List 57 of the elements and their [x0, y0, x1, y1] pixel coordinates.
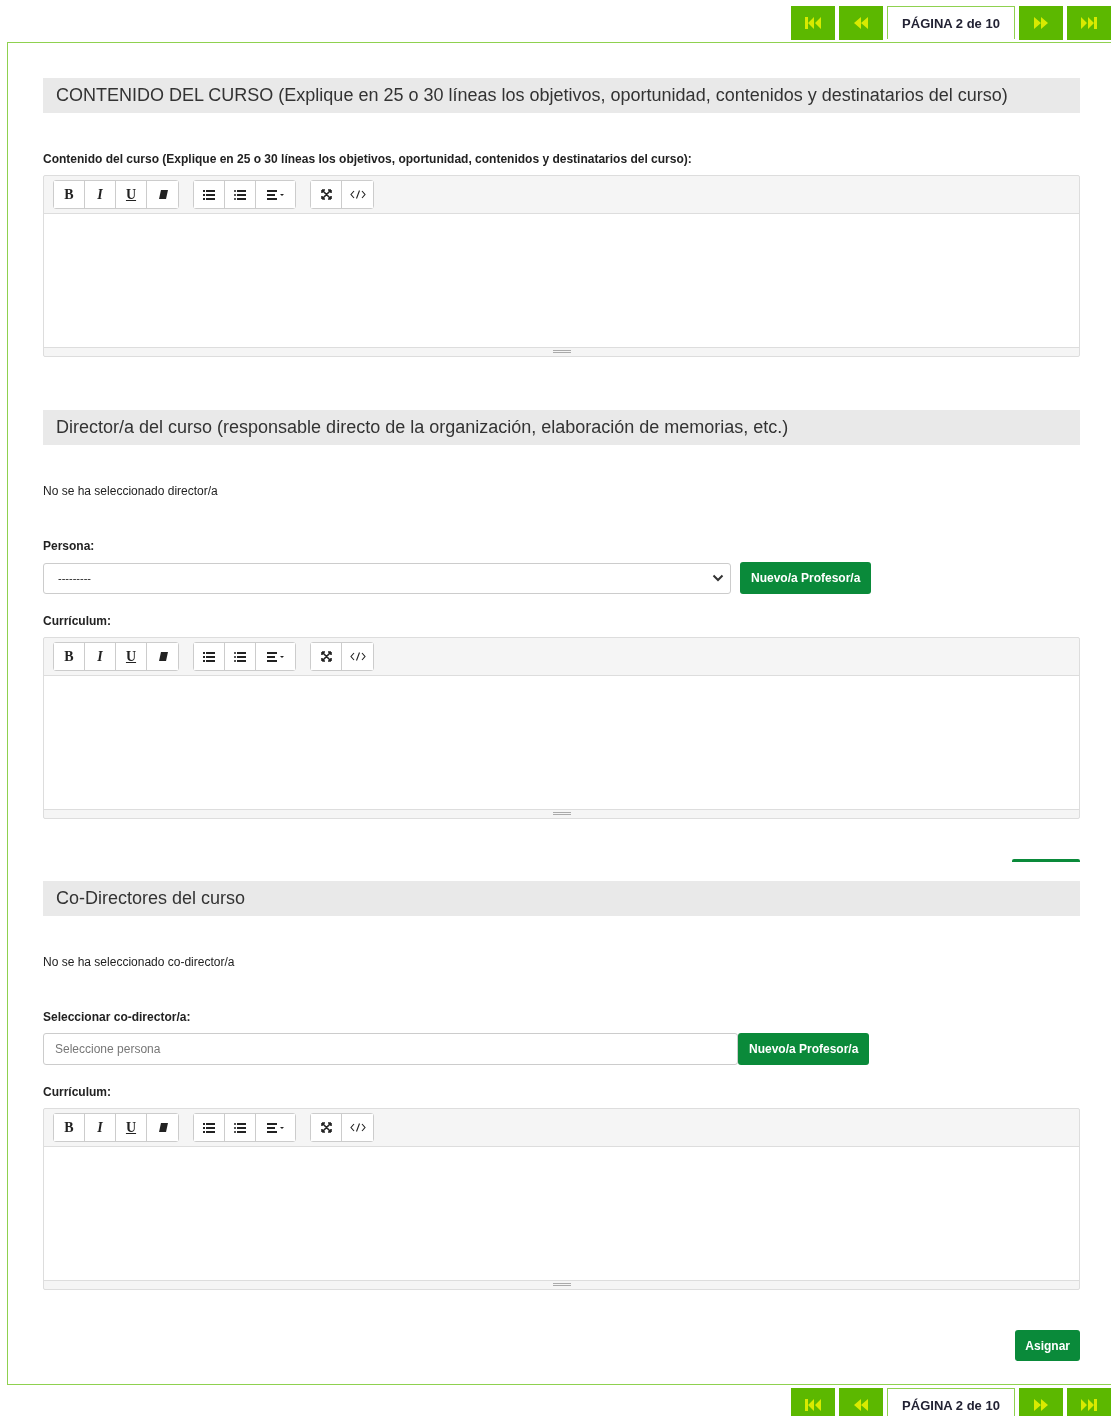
format-button[interactable]: B	[54, 181, 85, 208]
resize-handle-icon[interactable]	[552, 812, 571, 816]
expand-icon	[320, 1122, 332, 1133]
resize-handle-icon[interactable]	[552, 350, 571, 354]
page-indicator: PÁGINA 2 de 10	[887, 1388, 1015, 1416]
numbered-list-icon	[234, 1122, 246, 1133]
skip-forward-icon	[1080, 1398, 1098, 1412]
align-caret-icon	[266, 189, 285, 200]
select-field[interactable]: ---------	[43, 562, 731, 594]
eraser-icon	[157, 190, 168, 199]
status-text: No se ha seleccionado co-director/a	[43, 955, 236, 969]
resize-handle-icon[interactable]	[552, 1283, 571, 1287]
expand-icon	[320, 651, 332, 662]
align-caret-icon	[266, 1122, 285, 1133]
code-icon	[349, 190, 366, 199]
fast-forward-icon	[1033, 1398, 1049, 1412]
assign-button[interactable]: Asignar	[1015, 1330, 1080, 1361]
fullscreen-button[interactable]	[311, 181, 342, 208]
field-label: Seleccionar co-director/a:	[43, 1010, 192, 1024]
fast-forward-icon	[1033, 16, 1049, 30]
skip-back-icon	[804, 16, 822, 30]
numbered-list-icon	[234, 189, 246, 200]
rewind-icon	[853, 1398, 869, 1412]
field-label: Persona:	[43, 539, 96, 553]
input-field[interactable]: Seleccione persona	[43, 1033, 738, 1065]
field-label: Contenido del curso (Explique en 25 o 30 líneas los objetivos, oportunidad, contenidos y destinatarios del curso):	[43, 152, 693, 166]
page-indicator: PÁGINA 2 de 10	[887, 6, 1015, 39]
format-button[interactable]: B	[54, 643, 85, 670]
numbered-list-icon	[234, 651, 246, 662]
field-label: Currículum:	[43, 614, 112, 628]
bullet-list-button[interactable]	[194, 643, 225, 670]
bullet-list-button[interactable]	[194, 181, 225, 208]
expand-icon	[320, 189, 332, 200]
code-icon	[349, 1123, 366, 1132]
code-icon	[349, 652, 366, 661]
button-edge	[1012, 859, 1080, 862]
new-teacher-button[interactable]: Nuevo/a Profesor/a	[738, 1033, 870, 1065]
fullscreen-button[interactable]	[311, 643, 342, 670]
eraser-icon	[157, 652, 168, 661]
format-button[interactable]: B	[54, 1114, 85, 1141]
new-teacher-button[interactable]: Nuevo/a Profesor/a	[740, 562, 872, 594]
skip-forward-icon	[1080, 16, 1098, 30]
bullet-list-button[interactable]	[194, 1114, 225, 1141]
bullet-list-icon	[203, 651, 215, 662]
section-heading: Co-Directores del curso	[43, 881, 1080, 916]
section-heading: Director/a del curso (responsable directo de la organización, elaboración de memorias, etc.)	[43, 410, 1080, 445]
skip-back-icon	[804, 1398, 822, 1412]
rewind-icon	[853, 16, 869, 30]
field-label: Currículum:	[43, 1085, 112, 1099]
status-text: No se ha seleccionado director/a	[43, 484, 219, 498]
bullet-list-icon	[203, 189, 215, 200]
eraser-icon	[157, 1123, 168, 1132]
chevron-down-icon	[712, 574, 724, 582]
bullet-list-icon	[203, 1122, 215, 1133]
align-caret-icon	[266, 651, 285, 662]
section-heading: CONTENIDO DEL CURSO (Explique en 25 o 30 líneas los objetivos, oportunidad, contenidos y destinatarios del curso)	[43, 78, 1080, 113]
fullscreen-button[interactable]	[311, 1114, 342, 1141]
